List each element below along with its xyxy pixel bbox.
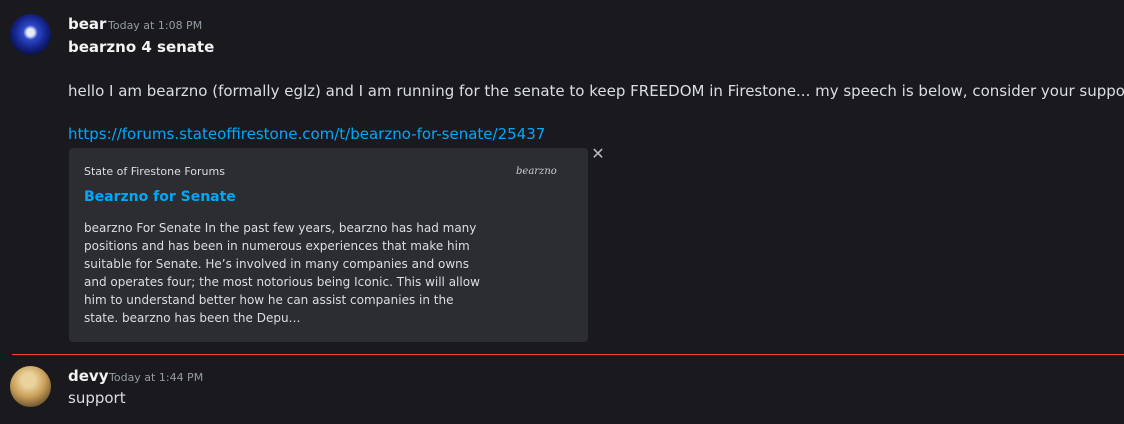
message-title: bearzno 4 senate [68,38,215,56]
message-bear: bear Today at 1:08 PM bearzno 4 senate h… [0,0,1124,350]
message-timestamp: Today at 1:08 PM [108,19,203,32]
embed-description: bearzno For Senate In the past few years… [84,221,480,325]
message-devy: devy Today at 1:44 PM support [0,355,1124,424]
embed-title[interactable]: Bearzno for Senate [84,189,236,205]
message-text: hello I am bearzno (formally eglz) and I… [68,82,1124,100]
message-link[interactable]: https://forums.stateoffirestone.com/t/be… [68,125,545,143]
message-text: support [68,389,126,407]
link-embed: State of Firestone Forums Bearzno for Se… [69,148,588,342]
author-name[interactable]: devy [68,367,108,385]
message-timestamp: Today at 1:44 PM [109,371,204,384]
close-icon[interactable]: ✕ [590,146,606,162]
avatar[interactable] [10,14,51,55]
avatar[interactable] [10,366,51,407]
chat-messages: bear Today at 1:08 PM bearzno 4 senate h… [0,0,1124,424]
embed-thumbnail[interactable]: bearzno [516,166,557,177]
author-name[interactable]: bear [68,15,106,33]
embed-provider[interactable]: State of Firestone Forums [84,165,225,178]
